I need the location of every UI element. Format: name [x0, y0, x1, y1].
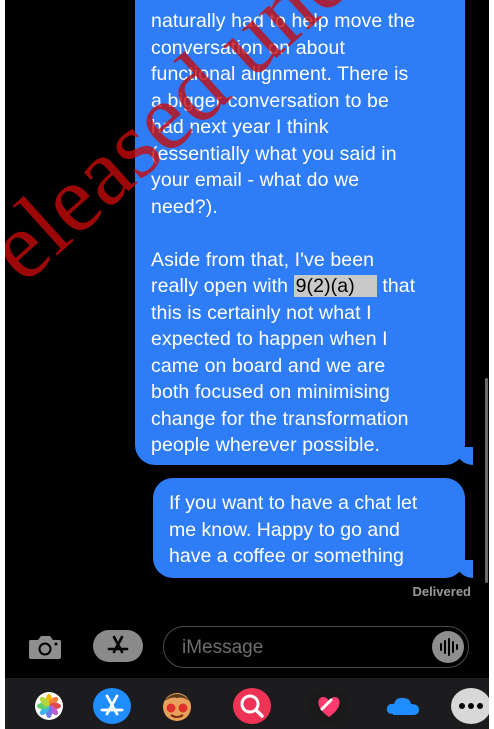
message-fragment: really open with	[151, 275, 294, 297]
message-line: conversation on about	[151, 36, 345, 59]
sent-message-bubble[interactable]: If you want to have a chat let me know. …	[153, 478, 465, 578]
image-search-icon[interactable]	[233, 688, 271, 724]
scrollbar[interactable]	[485, 378, 488, 583]
message-line: a bigger conversation to be	[151, 89, 389, 112]
audio-waveform-icon[interactable]	[432, 631, 464, 663]
app-store-icon[interactable]	[93, 688, 131, 724]
app-drawer	[5, 678, 489, 729]
message-line: change for the transformation	[151, 407, 409, 430]
app-store-icon[interactable]	[93, 630, 143, 662]
message-line: people wherever possible.	[151, 434, 381, 456]
message-line: came on board and we are	[151, 354, 386, 377]
message-line: both focused on minimising	[151, 381, 390, 403]
delivery-status: Delivered	[412, 584, 471, 599]
message-line: have a coffee or something	[169, 545, 404, 567]
message-line: Aside from that, I've been	[151, 248, 375, 271]
camera-icon[interactable]	[27, 632, 63, 662]
more-icon[interactable]	[451, 688, 489, 724]
message-line: (essentially what you said in	[151, 142, 397, 165]
message-line: functional alignment. There is	[151, 63, 409, 85]
redacted-line: really open with 9(2)(a) that	[151, 273, 451, 300]
message-placeholder: iMessage	[182, 637, 264, 658]
message-text: naturally had to help move the conversat…	[151, 8, 451, 459]
message-line: expected to happen when I	[151, 328, 388, 350]
digital-touch-icon[interactable]	[309, 688, 349, 724]
message-line: need?).	[151, 195, 218, 218]
message-line: had next year I think	[151, 116, 329, 138]
message-text: If you want to have a chat let me know. …	[169, 490, 459, 570]
memoji-icon[interactable]	[157, 688, 197, 724]
photos-icon[interactable]	[29, 688, 69, 724]
sent-message-bubble[interactable]: naturally had to help move the conversat…	[135, 0, 465, 465]
bubble-tail	[457, 560, 473, 578]
message-line: me know. Happy to go and	[169, 518, 400, 541]
messages-screen: naturally had to help move the conversat…	[5, 0, 489, 729]
composer-bar: iMessage	[5, 622, 489, 674]
message-line: your email - what do we	[151, 169, 360, 191]
message-input[interactable]: iMessage	[163, 626, 469, 668]
message-line: this is certainly not what I	[151, 301, 372, 324]
message-line: naturally had to help move the	[151, 10, 416, 32]
cloud-icon[interactable]	[383, 688, 423, 724]
bubble-tail	[457, 447, 473, 465]
redaction-box: 9(2)(a)	[293, 275, 377, 297]
message-fragment: that	[376, 275, 416, 297]
message-line: If you want to have a chat let	[169, 492, 418, 514]
